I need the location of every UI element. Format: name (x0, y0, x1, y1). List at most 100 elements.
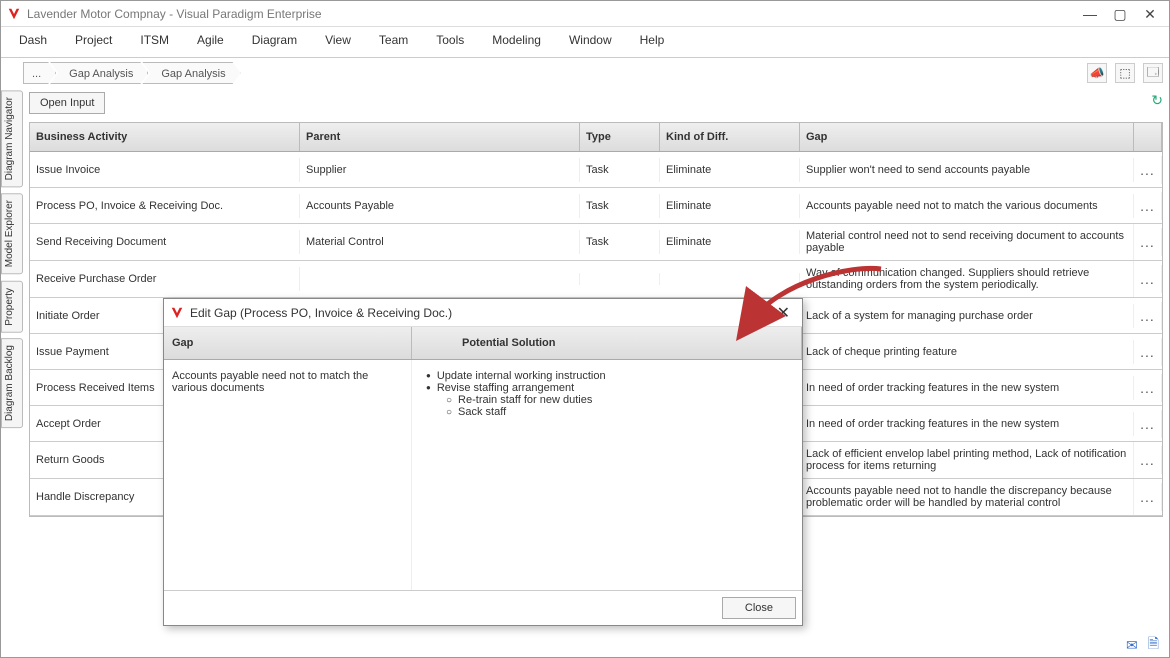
dialog-col-solution: Potential Solution (412, 327, 802, 359)
cell-gap: Material control need not to send receiv… (800, 224, 1134, 260)
row-more-button[interactable]: ... (1134, 265, 1162, 293)
solution-subitem[interactable]: Re-train staff for new duties (426, 394, 794, 406)
dialog-solution-list[interactable]: Update internal working instruction Revi… (412, 360, 802, 590)
side-tabs: Diagram Navigator Model Explorer Propert… (1, 88, 23, 630)
row-more-button[interactable]: ... (1134, 156, 1162, 184)
cell-gap: Supplier won't need to send accounts pay… (800, 158, 1134, 182)
cell-gap: Way of communication changed. Suppliers … (800, 261, 1134, 297)
dialog-body: Accounts payable need not to match the v… (164, 360, 802, 590)
row-more-button[interactable]: ... (1134, 446, 1162, 474)
grid-header: Business Activity Parent Type Kind of Di… (30, 123, 1162, 152)
dialog-gap-text[interactable]: Accounts payable need not to match the v… (164, 360, 412, 590)
status-bar: ✉ 🗎 (1, 633, 1169, 657)
dialog-close-footer-button[interactable]: Close (722, 597, 796, 619)
menu-window[interactable]: Window (569, 33, 612, 47)
cell-type (580, 273, 660, 285)
window-close-button[interactable]: ✕ (1135, 1, 1165, 27)
menu-project[interactable]: Project (75, 33, 112, 47)
side-tab-model-explorer[interactable]: Model Explorer (1, 193, 23, 274)
row-more-button[interactable]: ... (1134, 338, 1162, 366)
col-kind[interactable]: Kind of Diff. (660, 123, 800, 151)
fit-icon[interactable]: ⬚ (1115, 63, 1135, 83)
row-more-button[interactable]: ... (1134, 483, 1162, 511)
note-icon[interactable]: 🗎 (1148, 633, 1159, 657)
menu-view[interactable]: View (325, 33, 351, 47)
col-parent[interactable]: Parent (300, 123, 580, 151)
solution-item[interactable]: Revise staffing arrangement (426, 382, 794, 394)
minimize-button[interactable]: — (1075, 1, 1105, 27)
cell-type: Task (580, 158, 660, 182)
side-tab-diagram-backlog[interactable]: Diagram Backlog (1, 338, 23, 428)
menu-diagram[interactable]: Diagram (252, 33, 297, 47)
dialog-header-row: Gap Potential Solution (164, 327, 802, 360)
menubar: Dash Project ITSM Agile Diagram View Tea… (1, 27, 1169, 58)
solution-item[interactable]: Update internal working instruction (426, 370, 794, 382)
cell-activity: Issue Invoice (30, 158, 300, 182)
row-more-button[interactable]: ... (1134, 410, 1162, 438)
cell-parent: Supplier (300, 158, 580, 182)
solution-subitem[interactable]: Sack staff (426, 406, 794, 418)
row-more-button[interactable]: ... (1134, 228, 1162, 256)
row-more-button[interactable]: ... (1134, 374, 1162, 402)
dialog-close-button[interactable]: ✕ (771, 303, 796, 323)
breadcrumb-bar: ... Gap Analysis Gap Analysis 📣 ⬚ 🗔 (23, 58, 1169, 88)
cell-kind: Eliminate (660, 158, 800, 182)
breadcrumb-item-2[interactable]: Gap Analysis (142, 62, 240, 84)
breadcrumb-root[interactable]: ... (23, 62, 56, 84)
new-window-icon[interactable]: 🗔 (1143, 63, 1163, 83)
menu-team[interactable]: Team (379, 33, 408, 47)
table-row[interactable]: Send Receiving DocumentMaterial ControlT… (30, 224, 1162, 261)
cell-activity: Process PO, Invoice & Receiving Doc. (30, 194, 300, 218)
cell-gap: Lack of efficient envelop label printing… (800, 442, 1134, 478)
cell-parent (300, 273, 580, 285)
open-input-button[interactable]: Open Input (29, 92, 105, 114)
cell-kind: Eliminate (660, 194, 800, 218)
col-gap[interactable]: Gap (800, 123, 1134, 151)
cell-parent: Material Control (300, 230, 580, 254)
cell-gap: In need of order tracking features in th… (800, 376, 1134, 400)
dialog-title: Edit Gap (Process PO, Invoice & Receivin… (190, 306, 452, 320)
menu-help[interactable]: Help (640, 33, 665, 47)
cell-activity: Send Receiving Document (30, 230, 300, 254)
menu-itsm[interactable]: ITSM (140, 33, 169, 47)
cell-gap: Lack of cheque printing feature (800, 340, 1134, 364)
cell-parent: Accounts Payable (300, 194, 580, 218)
dialog-col-gap: Gap (164, 327, 412, 359)
breadcrumb-item-1[interactable]: Gap Analysis (50, 62, 148, 84)
row-more-button[interactable]: ... (1134, 302, 1162, 330)
table-row[interactable]: Process PO, Invoice & Receiving Doc.Acco… (30, 188, 1162, 224)
row-more-button[interactable]: ... (1134, 192, 1162, 220)
refresh-icon[interactable]: ↻ (1151, 92, 1163, 109)
window-title: Lavender Motor Compnay - Visual Paradigm… (27, 1, 322, 27)
maximize-button[interactable]: ▢ (1105, 1, 1135, 27)
menu-tools[interactable]: Tools (436, 33, 464, 47)
cell-kind: Eliminate (660, 230, 800, 254)
titlebar: Lavender Motor Compnay - Visual Paradigm… (1, 1, 1169, 27)
breadcrumb: ... Gap Analysis Gap Analysis (29, 62, 241, 84)
mail-icon[interactable]: ✉ (1126, 637, 1138, 654)
cell-gap: Accounts payable need not to match the v… (800, 194, 1134, 218)
announce-icon[interactable]: 📣 (1087, 63, 1107, 83)
col-more (1134, 123, 1162, 151)
cell-type: Task (580, 230, 660, 254)
cell-gap: Accounts payable need not to handle the … (800, 479, 1134, 515)
edit-gap-dialog: Edit Gap (Process PO, Invoice & Receivin… (163, 298, 803, 626)
col-activity[interactable]: Business Activity (30, 123, 300, 151)
cell-type: Task (580, 194, 660, 218)
menu-modeling[interactable]: Modeling (492, 33, 541, 47)
cell-gap: In need of order tracking features in th… (800, 412, 1134, 436)
cell-activity: Receive Purchase Order (30, 267, 300, 291)
vp-logo-icon (7, 7, 21, 21)
vp-logo-icon (170, 306, 184, 320)
menu-agile[interactable]: Agile (197, 33, 224, 47)
cell-kind (660, 273, 800, 285)
table-row[interactable]: Receive Purchase Order Way of communicati… (30, 261, 1162, 298)
dialog-titlebar: Edit Gap (Process PO, Invoice & Receivin… (164, 299, 802, 327)
cell-gap: Lack of a system for managing purchase o… (800, 304, 1134, 328)
side-tab-property[interactable]: Property (1, 281, 23, 333)
col-type[interactable]: Type (580, 123, 660, 151)
table-row[interactable]: Issue InvoiceSupplierTaskEliminateSuppli… (30, 152, 1162, 188)
dialog-footer: Close (164, 590, 802, 625)
side-tab-diagram-navigator[interactable]: Diagram Navigator (1, 90, 23, 187)
menu-dash[interactable]: Dash (19, 33, 47, 47)
